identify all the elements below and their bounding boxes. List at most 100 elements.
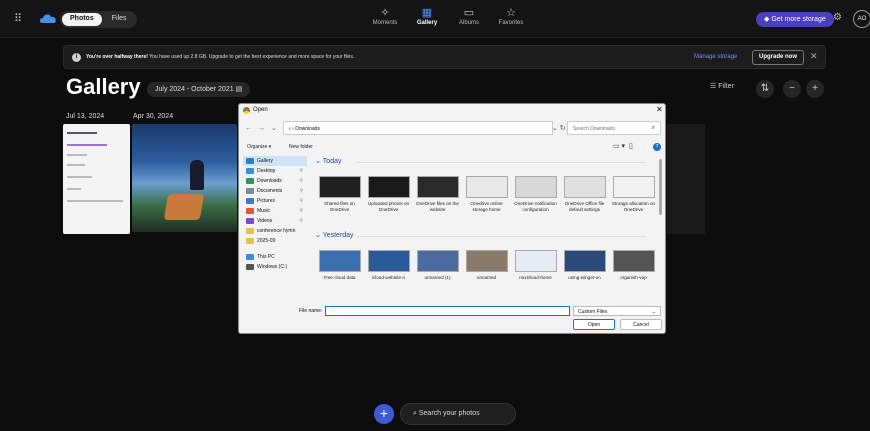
file-item[interactable]: using-winget-on [562,242,607,303]
file-name: icloud-website-o [371,275,406,280]
sidebar-item-label: Gallery [257,158,273,164]
file-item[interactable]: OneDrive files on the website [415,168,460,230]
open-file-dialog: Open ✕ ←→⌄↑ ⭳ › Downloads ⌄ ↻ Search Dow… [238,103,666,334]
photo-thumbnail[interactable] [132,124,237,232]
sidebar-item[interactable]: Desktop ⚲ [243,166,307,176]
gallery-icon: ▦ [421,7,433,19]
cancel-button[interactable]: Cancel [620,319,662,330]
new-folder-button[interactable]: New folder [289,144,313,150]
tab-photos[interactable]: Photos [62,13,102,26]
file-item[interactable]: Uploaded photos on OneDrive [366,168,411,230]
photo-thumbnail[interactable] [667,124,705,234]
close-icon[interactable]: ✕ [656,105,663,114]
file-item[interactable]: icloud-website-o [366,242,411,303]
sidebar-item[interactable]: This PC [243,252,307,262]
file-name: Free cloud data [323,275,356,280]
sidebar-item-label: Desktop [257,168,276,174]
thumb-line [67,188,81,190]
file-item[interactable]: OneDrive notification configuration [513,168,558,230]
sidebar-item[interactable]: Gallery [243,156,307,166]
add-button[interactable]: + [374,404,394,424]
address-row: ←→⌄↑ ⭳ › Downloads ⌄ ↻ Search Downloads … [239,118,667,138]
date-range-selector[interactable]: July 2024 - October 2021 ▤ [147,82,251,97]
sidebar-item-label: Videos [257,218,273,224]
get-more-storage-button[interactable]: ◆ Get more storage [756,12,834,27]
file-item[interactable]: organish-vop [611,242,656,303]
zoom-out-icon[interactable]: − [783,80,801,98]
top-bar: ⠿ Photos Files ✧ Moments ▦ Gallery ▭ Alb… [0,0,870,38]
pin-icon: ⚲ [299,218,303,224]
filter-icon: ☰ [710,83,719,90]
gear-icon[interactable]: ⚙ [833,12,842,23]
refresh-icon[interactable]: ⌄ ↻ [552,124,566,132]
file-name: Shared files on OneDrive [324,201,355,212]
pizza-figure [163,194,205,220]
download-icon: ⭳ [289,126,291,132]
group-header[interactable]: ⌄ Today [311,156,661,168]
file-item[interactable]: Storage allocation on OneDrive [611,168,656,230]
file-item[interactable]: unnamed [464,242,509,303]
view-options-icon[interactable]: ▭ ▾ ▯ [613,142,633,150]
group-header[interactable]: ⌄ Yesterday [311,230,661,242]
file-type-select[interactable]: Custom Files ⌄ [573,306,661,316]
file-name-input[interactable] [325,306,570,316]
scrollbar[interactable] [659,159,662,215]
sidebar-item[interactable]: Pictures ⚲ [243,196,307,206]
thumb-line [67,132,97,134]
file-thumbnail [416,176,459,198]
close-icon[interactable]: ✕ [810,51,818,62]
nav-albums[interactable]: ▭ Albums [452,6,486,26]
avatar[interactable]: AO [853,10,870,28]
sidebar-item[interactable]: Music ⚲ [243,206,307,216]
search-input[interactable]: Search Downloads ⌕ [567,121,661,135]
filter-button[interactable]: ☰ Filter [710,82,734,90]
address-bar[interactable]: ⭳ › Downloads [283,121,553,135]
file-item[interactable]: nextcloud-home [513,242,558,303]
sidebar-item-label: Music [257,208,271,214]
manage-storage-link[interactable]: Manage storage [694,54,737,60]
file-thumbnail [318,250,361,272]
nav-moments[interactable]: ✧ Moments [368,6,402,26]
file-name: organish-vop [620,275,647,280]
sidebar-item[interactable]: Windows (C:) [243,262,307,272]
file-item[interactable]: OneDrive Office file default settings [562,168,607,230]
onedrive-logo-icon[interactable] [38,12,58,24]
group-label: Yesterday [322,232,354,239]
sidebar-item[interactable]: Videos ⚲ [243,216,307,226]
tab-files[interactable]: Files [104,13,135,26]
zoom-in-icon[interactable]: + [806,80,824,98]
chevron-down-icon: ⌄ [315,232,323,239]
file-item[interactable]: Shared files on OneDrive [317,168,362,230]
file-name: OneDrive notification configuration [514,201,557,212]
thumb-line [67,144,107,146]
sidebar-item[interactable]: Downloads ⚲ [243,176,307,186]
thumb-line [67,164,85,166]
group-label: Today [322,158,342,165]
upgrade-now-button[interactable]: Upgrade now [752,50,805,65]
app-launcher-icon[interactable]: ⠿ [14,13,26,25]
sidebar-item[interactable]: Documents ⚲ [243,186,307,196]
file-thumbnail [612,176,655,198]
star-icon: ☆ [506,7,516,19]
dialog-titlebar: Open ✕ [239,104,667,117]
open-button[interactable]: Open [573,319,615,330]
sidebar-item[interactable]: conference hymn [243,226,307,236]
sidebar-item-label: Documents [257,188,283,194]
file-name: Onedrive online storage home [470,201,503,212]
file-item[interactable]: Free cloud data [317,242,362,303]
sidebar-item-label: Pictures [257,198,276,204]
pin-icon: ⚲ [299,208,303,214]
search-photos-input[interactable]: ⌕ Search your photos [400,403,516,425]
nav-favorites[interactable]: ☆ Favorites [494,6,528,26]
sidebar-item[interactable]: 2025-09 [243,236,307,246]
file-item[interactable]: Onedrive online storage home [464,168,509,230]
nav-gallery[interactable]: ▦ Gallery [410,6,444,26]
photo-thumbnail[interactable] [63,124,130,234]
file-thumbnail [514,250,557,272]
person-figure [190,160,204,190]
search-icon: ⌕ [651,125,655,131]
organize-button[interactable]: Organize ▾ [247,144,271,150]
help-icon[interactable]: ? [653,143,661,151]
file-item[interactable]: unnamed (1) [415,242,460,303]
sort-icon[interactable]: ⇅ [756,80,774,98]
